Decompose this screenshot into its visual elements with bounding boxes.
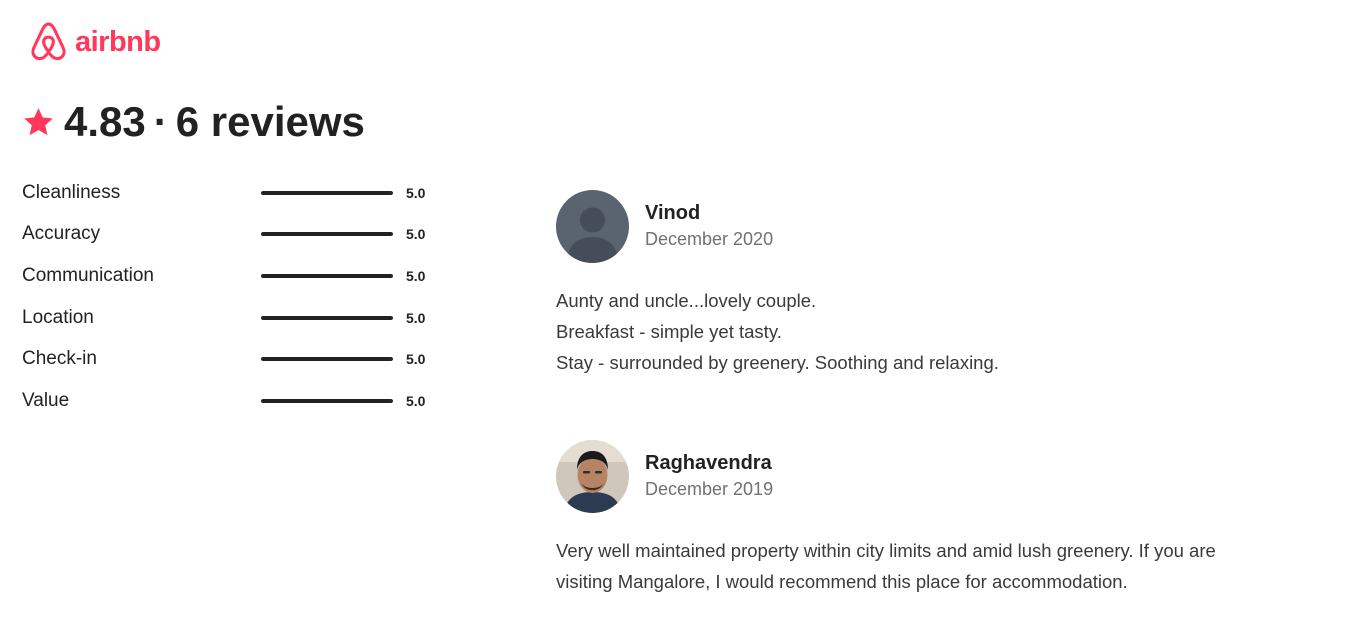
brand-name: airbnb	[75, 26, 161, 58]
airbnb-logo[interactable]: airbnb	[28, 20, 161, 64]
user-photo-icon	[556, 439, 629, 513]
reviewer-name: Vinod	[645, 202, 701, 224]
category-label: Communication	[22, 264, 154, 286]
reviewer-name: Raghavendra	[645, 452, 772, 474]
reviews-page: airbnb 4.83 · 6 reviews Cleanliness 5.0 …	[0, 0, 1352, 639]
category-rating-fill	[261, 232, 393, 237]
category-rating-bar	[261, 273, 393, 278]
category-label: Location	[22, 306, 94, 328]
category-rating-fill	[261, 273, 393, 278]
category-rating-bar	[261, 232, 393, 237]
review-count[interactable]: 6 reviews	[176, 98, 365, 146]
review-header: Vinod December 2020	[556, 189, 1256, 263]
category-rating-fill	[261, 315, 393, 320]
review-text: Aunty and uncle...lovely couple. Breakfa…	[556, 285, 1256, 378]
category-label: Cleanliness	[22, 181, 121, 203]
category-row-value: Value 5.0	[22, 380, 442, 422]
overall-rating: 4.83	[64, 98, 146, 145]
rating-separator: ·	[153, 98, 168, 145]
reviewer-info: Raghavendra December 2019	[645, 450, 773, 502]
category-rating-bar	[261, 398, 393, 403]
review-card: Vinod December 2020 Aunty and uncle...lo…	[556, 189, 1256, 378]
category-rating-fill	[261, 357, 393, 362]
category-score: 5.0	[406, 351, 426, 368]
category-row-location: Location 5.0	[22, 297, 442, 339]
review-date: December 2020	[645, 229, 774, 249]
category-rating-bar	[261, 357, 393, 362]
airbnb-belo-icon	[31, 22, 66, 61]
category-rating-bar	[261, 315, 393, 320]
rating-summary: 4.83 · 6 reviews	[22, 98, 365, 146]
category-label: Check-in	[22, 348, 97, 370]
category-ratings: Cleanliness 5.0 Accuracy 5.0 Communicati…	[22, 172, 442, 422]
category-score: 5.0	[406, 267, 426, 284]
category-row-accuracy: Accuracy 5.0	[22, 214, 442, 256]
category-row-cleanliness: Cleanliness 5.0	[22, 172, 442, 214]
review-date: December 2019	[645, 479, 774, 499]
review-line: Stay - surrounded by greenery. Soothing …	[556, 352, 999, 373]
review-line: Aunty and uncle...lovely couple.	[556, 290, 817, 311]
category-score: 5.0	[406, 392, 426, 409]
review-line: Very well maintained property within cit…	[556, 540, 1216, 561]
review-line: visiting Mangalore, I would recommend th…	[556, 571, 1128, 592]
review-card: Raghavendra December 2019 Very well main…	[556, 439, 1256, 597]
review-text: Very well maintained property within cit…	[556, 535, 1256, 597]
review-line: Breakfast - simple yet tasty.	[556, 321, 782, 342]
star-icon	[24, 107, 53, 135]
category-label: Value	[22, 389, 70, 411]
category-score: 5.0	[406, 226, 426, 243]
category-rating-fill	[261, 398, 393, 403]
reviewer-info: Vinod December 2020	[645, 200, 773, 252]
review-header: Raghavendra December 2019	[556, 439, 1256, 513]
category-score: 5.0	[406, 184, 426, 201]
category-rating-fill	[261, 190, 393, 195]
reviewer-avatar[interactable]	[556, 189, 629, 263]
category-rating-bar	[261, 190, 393, 195]
category-row-communication: Communication 5.0	[22, 255, 442, 297]
default-user-avatar-icon	[556, 189, 629, 263]
category-row-check-in: Check-in 5.0	[22, 338, 442, 380]
category-label: Accuracy	[22, 223, 101, 245]
category-score: 5.0	[406, 309, 426, 326]
reviewer-avatar[interactable]	[556, 439, 629, 513]
